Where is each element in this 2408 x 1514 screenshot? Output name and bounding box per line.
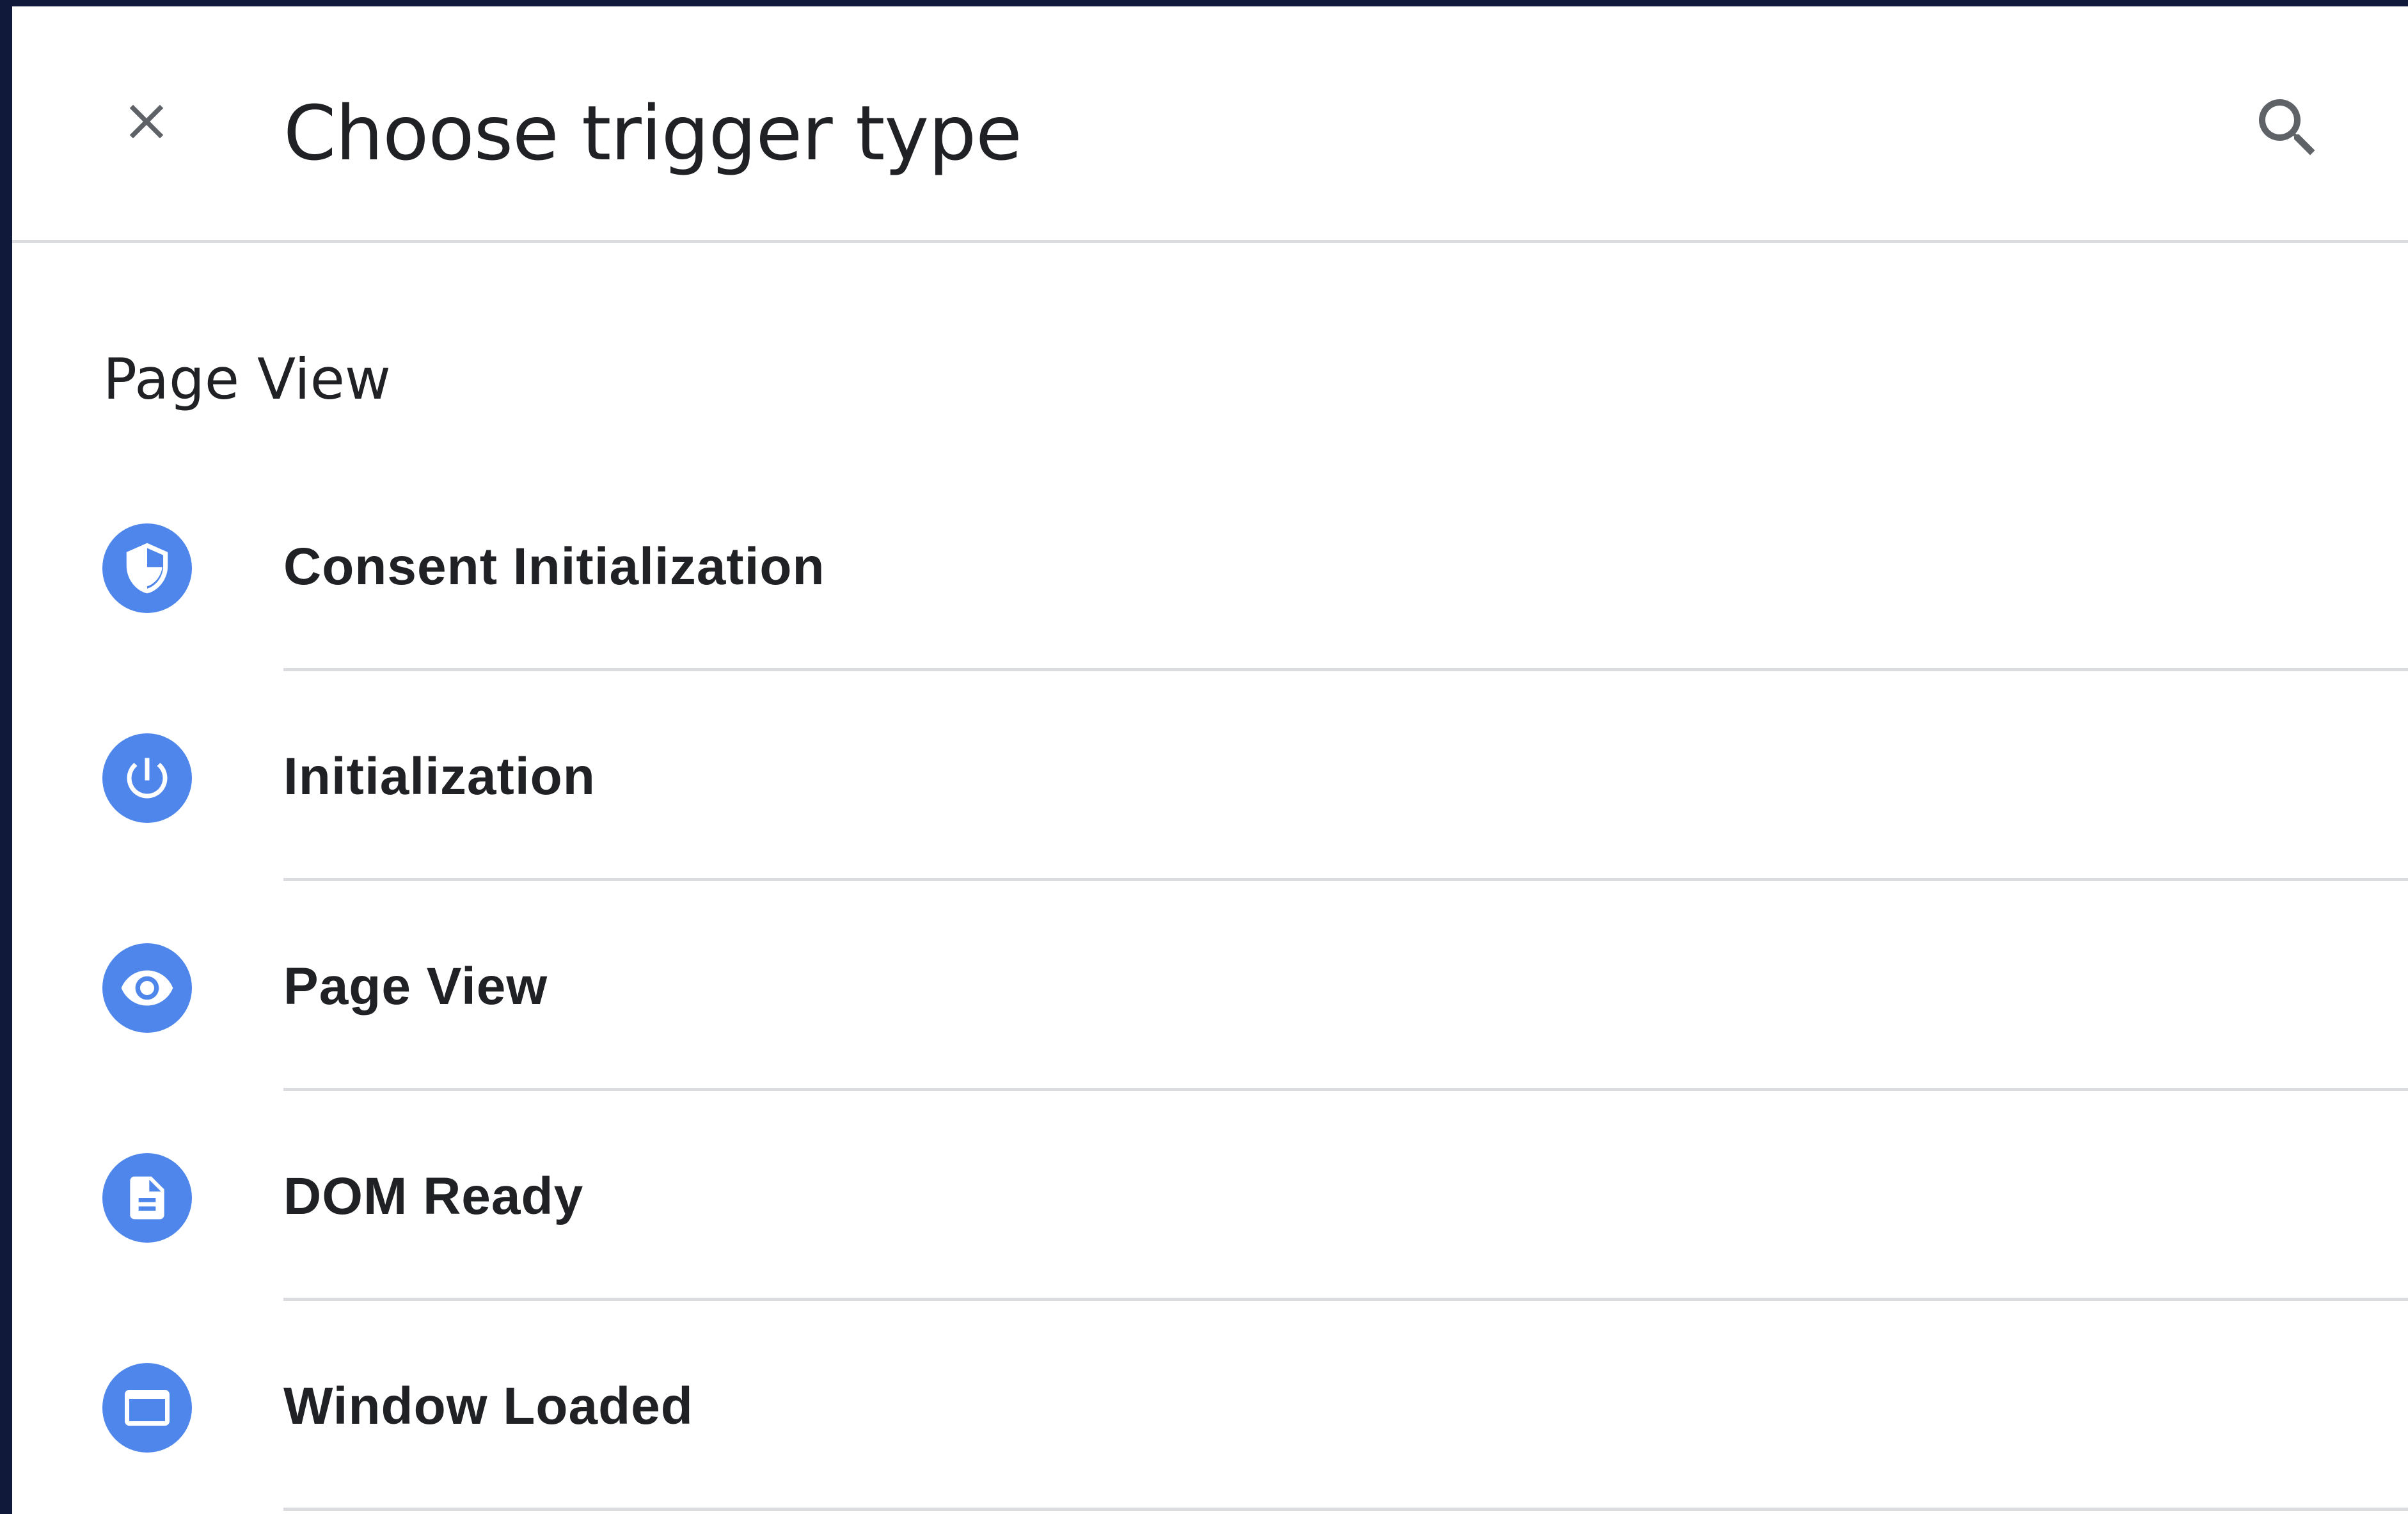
divider (283, 1088, 2408, 1091)
trigger-label: DOM Ready (283, 1167, 584, 1225)
trigger-item-dom-ready[interactable]: DOM Ready (12, 1092, 2408, 1302)
search-button[interactable] (2246, 86, 2329, 170)
window-icon (102, 1363, 192, 1453)
section-heading: Page View (103, 346, 391, 412)
close-icon (129, 104, 164, 139)
divider (283, 668, 2408, 671)
trigger-label: Consent Initialization (283, 538, 825, 596)
divider (283, 878, 2408, 881)
trigger-label: Window Loaded (283, 1377, 693, 1435)
dialog-header: Choose trigger type (12, 6, 2408, 243)
trigger-type-dialog: Choose trigger type Page View Consent In… (0, 0, 2408, 1514)
trigger-item-initialization[interactable]: Initialization (12, 672, 2408, 882)
shield-icon (102, 523, 192, 613)
trigger-item-window-loaded[interactable]: Window Loaded (12, 1302, 2408, 1511)
dialog-title: Choose trigger type (283, 89, 1022, 177)
power-icon (102, 733, 192, 823)
close-button[interactable] (108, 83, 185, 160)
trigger-list: Consent Initialization Initialization Pa… (12, 462, 2408, 1511)
trigger-label: Page View (283, 957, 548, 1016)
trigger-item-page-view[interactable]: Page View (12, 882, 2408, 1092)
divider (283, 1508, 2408, 1511)
trigger-item-consent-initialization[interactable]: Consent Initialization (12, 462, 2408, 672)
eye-icon (102, 943, 192, 1033)
search-icon (2259, 99, 2315, 155)
document-icon (102, 1153, 192, 1243)
divider (283, 1298, 2408, 1301)
trigger-label: Initialization (283, 747, 596, 806)
